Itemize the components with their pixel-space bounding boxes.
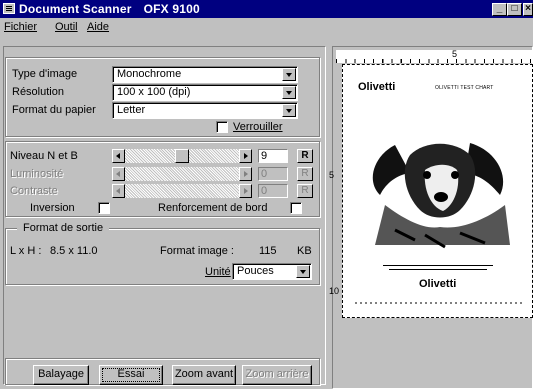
doc-brand-top: Olivetti bbox=[358, 81, 396, 93]
unit-select[interactable]: Pouces bbox=[232, 263, 312, 280]
puppy-photo bbox=[372, 143, 510, 249]
output-format-group: Format de sortie L x H : 8.5 x 11.0 Form… bbox=[5, 221, 320, 285]
arrow-left-icon bbox=[116, 188, 120, 194]
slider-thumb[interactable] bbox=[175, 149, 189, 163]
resolution-select[interactable]: 100 x 100 (dpi) bbox=[112, 84, 298, 101]
bw-level-value[interactable]: 9 bbox=[258, 149, 288, 163]
ruler-mark: 5 bbox=[329, 170, 335, 180]
contrast-slider bbox=[112, 184, 252, 198]
adjustments-group: Niveau N et B 9 R Luminosité 0 R Contras… bbox=[5, 141, 320, 217]
slider-track bbox=[125, 167, 239, 181]
bw-level-label: Niveau N et B bbox=[10, 150, 78, 162]
slider-right-button[interactable] bbox=[239, 149, 252, 163]
size-value: 8.5 x 11.0 bbox=[50, 245, 98, 257]
resolution-label: Résolution bbox=[12, 86, 64, 98]
app-title: Document Scanner bbox=[19, 2, 132, 16]
image-type-value: Monochrome bbox=[117, 68, 182, 80]
close-button[interactable]: × bbox=[523, 3, 533, 16]
brightness-slider bbox=[112, 167, 252, 181]
slider-left-button bbox=[112, 184, 125, 198]
zoom-out-button: Zoom arrière bbox=[242, 365, 312, 385]
slider-track bbox=[125, 184, 239, 198]
title-bar: Document Scanner OFX 9100 _ □ × bbox=[0, 0, 533, 18]
chevron-down-icon bbox=[286, 91, 292, 95]
brightness-value: 0 bbox=[258, 167, 288, 181]
dropdown-button[interactable] bbox=[282, 86, 296, 99]
slider-right-button bbox=[239, 167, 252, 181]
invert-checkbox[interactable] bbox=[98, 202, 110, 214]
chevron-down-icon bbox=[300, 270, 306, 274]
bw-level-slider[interactable] bbox=[112, 149, 252, 163]
arrow-right-icon bbox=[244, 171, 248, 177]
paper-format-value: Letter bbox=[117, 104, 146, 116]
slider-left-button bbox=[112, 167, 125, 181]
resolution-value: 100 x 100 (dpi) bbox=[117, 86, 191, 98]
doc-caption-text bbox=[373, 263, 503, 273]
doc-subtitle: OLIVETTI TEST CHART bbox=[435, 85, 494, 91]
contrast-label: Contraste bbox=[10, 185, 58, 197]
image-type-label: Type d'image bbox=[12, 68, 78, 80]
chevron-down-icon bbox=[286, 109, 292, 113]
window-title: Document Scanner OFX 9100 bbox=[19, 2, 200, 16]
image-size-unit: KB bbox=[297, 245, 312, 257]
output-group-label: Format de sortie bbox=[17, 222, 110, 234]
text-line bbox=[389, 269, 487, 270]
scan-button[interactable]: Balayage bbox=[33, 365, 89, 385]
slider-left-button[interactable] bbox=[112, 149, 125, 163]
app-icon[interactable] bbox=[3, 3, 15, 14]
lock-label: Verrouiller bbox=[233, 121, 283, 133]
slider-right-button bbox=[239, 184, 252, 198]
paper-format-label: Format du papier bbox=[12, 104, 96, 116]
dropdown-button[interactable] bbox=[282, 104, 296, 117]
contrast-reset-button: R bbox=[297, 184, 313, 198]
maximize-button[interactable]: □ bbox=[507, 3, 522, 16]
bw-reset-button[interactable]: R bbox=[297, 149, 313, 163]
edge-enhance-checkbox[interactable] bbox=[290, 202, 302, 214]
lock-checkbox[interactable] bbox=[216, 121, 228, 133]
horizontal-ruler: 5 bbox=[336, 49, 533, 63]
ruler-mark: 10 bbox=[329, 286, 340, 296]
vertical-ruler: 5 10 bbox=[322, 64, 339, 389]
brightness-label: Luminosité bbox=[10, 168, 64, 180]
contrast-value: 0 bbox=[258, 184, 288, 198]
scanned-document-preview[interactable]: Olivetti OLIVETTI TEST CHART Olivetti bbox=[342, 64, 533, 318]
unit-label: Unité bbox=[205, 266, 231, 278]
brightness-reset-button: R bbox=[297, 167, 313, 181]
arrow-left-icon bbox=[116, 153, 120, 159]
text-line bbox=[383, 265, 493, 266]
dropdown-button[interactable] bbox=[282, 68, 296, 81]
app-model: OFX 9100 bbox=[143, 2, 200, 16]
menu-outil[interactable]: Outil bbox=[55, 21, 78, 33]
unit-value: Pouces bbox=[237, 265, 274, 277]
invert-label: Inversion bbox=[30, 202, 75, 214]
arrow-right-icon bbox=[244, 188, 248, 194]
edge-enhance-label: Renforcement de bord bbox=[158, 202, 268, 214]
menu-aide[interactable]: Aide bbox=[87, 21, 109, 33]
paper-format-select[interactable]: Letter bbox=[112, 102, 298, 119]
menu-bar: Fichier Outil Aide bbox=[0, 18, 533, 38]
image-size-value: 115 bbox=[259, 245, 277, 257]
doc-footer-text bbox=[355, 299, 525, 307]
size-label: L x H : bbox=[10, 245, 42, 257]
dropdown-button[interactable] bbox=[296, 265, 310, 278]
ruler-mark: 5 bbox=[452, 49, 458, 59]
minimize-button[interactable]: _ bbox=[492, 3, 507, 16]
arrow-left-icon bbox=[116, 171, 120, 177]
doc-brand-bottom: Olivetti bbox=[419, 278, 457, 290]
image-type-select[interactable]: Monochrome bbox=[112, 66, 298, 83]
zoom-in-button[interactable]: Zoom avant bbox=[172, 365, 236, 385]
arrow-right-icon bbox=[244, 153, 248, 159]
test-button[interactable]: Essai bbox=[99, 365, 163, 385]
chevron-down-icon bbox=[286, 73, 292, 77]
menu-fichier[interactable]: Fichier bbox=[4, 21, 37, 33]
image-settings-group: Type d'image Monochrome Résolution 100 x… bbox=[5, 57, 320, 137]
image-size-label: Format image : bbox=[160, 245, 234, 257]
